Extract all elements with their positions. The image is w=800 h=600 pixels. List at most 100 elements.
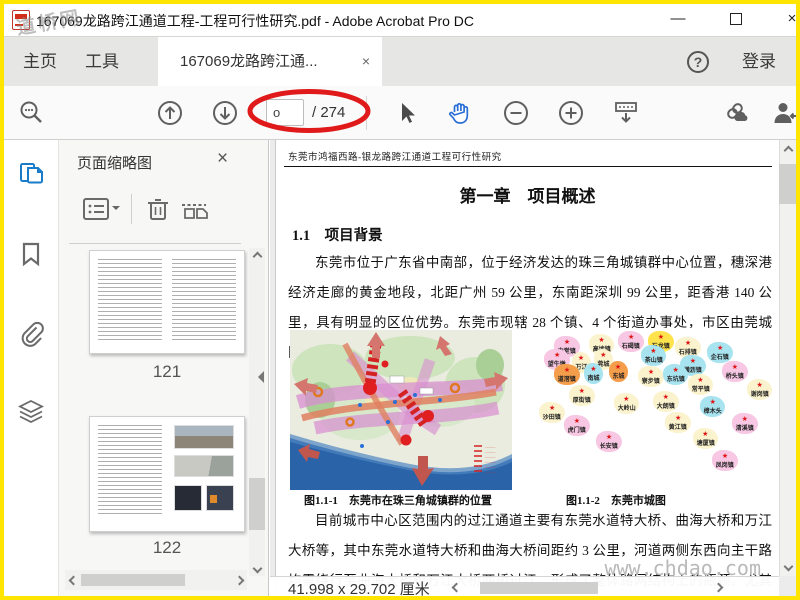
map-town: ★ 常平镇 <box>687 373 714 395</box>
town-star-icon: ★ <box>563 337 571 346</box>
panel-close-icon[interactable]: × <box>217 148 228 170</box>
map-town: ★ 寮步镇 <box>638 365 664 387</box>
town-label: 黄江镇 <box>669 423 688 431</box>
zoom-in-icon[interactable] <box>557 99 585 127</box>
select-tool-icon[interactable] <box>393 99 421 127</box>
sign-in-button[interactable]: 登录 <box>742 37 776 87</box>
panel-title: 页面缩略图 <box>77 155 153 172</box>
town-label: 寮步镇 <box>641 378 660 385</box>
map-town: ★ 谢岗镇 <box>746 378 773 400</box>
town-star-icon: ★ <box>709 397 716 406</box>
svg-text:———: ——— <box>484 470 496 474</box>
map-town: ★ 大朗镇 <box>653 391 679 413</box>
thumbnail-photo <box>174 455 234 477</box>
close-button[interactable]: × <box>770 4 796 34</box>
title-bar: 167069龙路跨江通道工程-工程可行性研究.pdf - Adobe Acrob… <box>4 4 796 40</box>
tab-close-icon[interactable]: × <box>362 53 370 69</box>
panel-separator <box>131 194 132 224</box>
town-label: 谢岗镇 <box>750 390 769 398</box>
previous-page-icon[interactable] <box>156 99 184 127</box>
pdf-page: 东莞市鸿福西路-银龙路跨江通道工程可行性研究 第一章 项目概述 1.1 项目背景… <box>275 140 779 596</box>
town-label: 厚街镇 <box>572 397 591 404</box>
thumbnail-photo <box>210 495 217 503</box>
search-icon[interactable] <box>18 99 46 127</box>
acrobat-window: 167069龙路跨江通道工程-工程可行性研究.pdf - Adobe Acrob… <box>4 4 796 596</box>
dongguan-map-towns: ★中堂镇★高埗镇★石碣镇★石龙镇★石排镇★企石镇★望牛墩★万江★莞城★茶山镇★横… <box>532 328 779 486</box>
chevron-down-icon[interactable] <box>112 206 120 214</box>
thumbnail-text-lines <box>172 259 236 343</box>
send-signature-icon[interactable] <box>770 99 796 127</box>
panel-collapse-icon[interactable] <box>254 366 268 386</box>
running-header: 东莞市鸿福西路-银龙路跨江通道工程可行性研究 <box>288 153 502 163</box>
figure-prd-map: ——— ——— ——— ——— ——— ——— <box>290 330 512 490</box>
thumbnail-photo <box>174 485 202 511</box>
page-thumbnails-icon[interactable] <box>17 160 45 188</box>
scroll-left-icon[interactable] <box>448 579 464 595</box>
tab-home[interactable]: 主页 <box>14 37 66 87</box>
map-town: ★ 长安镇 <box>596 430 622 452</box>
map-town: ★ 塘厦镇 <box>692 427 719 449</box>
tab-document[interactable]: 167069龙路跨江通... × <box>158 37 382 87</box>
scroll-left-icon[interactable] <box>65 572 81 588</box>
scroll-right-icon[interactable] <box>231 572 247 588</box>
town-star-icon: ★ <box>590 364 597 373</box>
red-circle-annotation <box>247 89 371 133</box>
panel-scrollbar-thumb[interactable] <box>81 574 185 586</box>
share-link-icon[interactable] <box>722 99 750 127</box>
town-label: 道滘镇 <box>557 376 576 383</box>
thumbnail-page-122[interactable] <box>89 416 245 532</box>
page-number-input[interactable]: o <box>266 99 304 126</box>
town-label: 清溪镇 <box>735 425 754 432</box>
map-town: ★ 东城 <box>608 361 628 383</box>
document-scrollbar-thumb[interactable] <box>480 582 598 594</box>
thumbnail-options-icon[interactable] <box>81 196 111 222</box>
town-star-icon: ★ <box>702 429 709 438</box>
layers-icon[interactable] <box>17 398 45 426</box>
scroll-down-icon[interactable] <box>780 558 796 574</box>
town-star-icon: ★ <box>577 353 585 362</box>
help-icon[interactable]: ? <box>687 51 709 73</box>
thumbnail-text-lines <box>98 425 162 517</box>
town-label: 长安镇 <box>599 442 618 450</box>
map-town: ★ 石碣镇 <box>618 331 644 353</box>
delete-pages-icon[interactable] <box>143 196 173 222</box>
svg-text:———: ——— <box>484 450 496 454</box>
bookmarks-icon[interactable] <box>17 240 45 268</box>
map-town: ★ 南城 <box>583 362 603 384</box>
attachments-icon[interactable] <box>17 320 45 348</box>
map-town: ★ 东坑镇 <box>662 364 689 386</box>
zoom-out-icon[interactable] <box>502 99 530 127</box>
map-town: ★ 厚街镇 <box>569 384 595 406</box>
tab-document-label: 167069龙路跨江通... <box>180 53 318 70</box>
town-label: 企石镇 <box>711 354 730 361</box>
map-town: ★ 樟木头 <box>699 395 726 417</box>
next-page-icon[interactable] <box>211 99 239 127</box>
document-scrollbar-thumb[interactable] <box>779 164 796 204</box>
thumbnail-label: 121 <box>152 362 182 381</box>
scroll-down-icon[interactable] <box>249 560 265 576</box>
page-display-icon[interactable] <box>612 99 640 127</box>
extract-pages-icon[interactable] <box>179 196 209 222</box>
scroll-right-icon[interactable] <box>710 579 726 595</box>
panel-scrollbar-thumb[interactable] <box>249 478 265 530</box>
tab-tools[interactable]: 工具 <box>76 37 128 87</box>
document-vertical-scrollbar[interactable] <box>779 140 796 576</box>
scroll-up-icon[interactable] <box>249 248 265 264</box>
navigation-icon-strip <box>4 140 58 596</box>
thumbnail-page-121[interactable] <box>89 250 245 354</box>
town-star-icon: ★ <box>623 394 630 403</box>
map-town: ★ 虎门镇 <box>564 414 590 436</box>
maximize-button[interactable] <box>714 4 758 34</box>
town-label: 沙田镇 <box>543 414 562 421</box>
map-town: ★ 沙田镇 <box>539 402 565 424</box>
town-label: 茶山镇 <box>644 357 663 364</box>
main-area: 页面缩略图 × 121 122 东莞市鸿福西路-银龙路跨江通道工程可行性研究 第… <box>4 140 796 596</box>
town-star-icon: ★ <box>674 413 682 422</box>
town-label: 南城 <box>587 374 600 382</box>
town-star-icon: ★ <box>553 350 561 359</box>
hand-tool-icon[interactable] <box>446 99 474 127</box>
map-town: ★ 凤岗镇 <box>712 449 738 471</box>
minimize-button[interactable]: — <box>656 4 700 34</box>
svg-text:———: ——— <box>484 455 496 459</box>
scroll-up-icon[interactable] <box>780 142 796 158</box>
